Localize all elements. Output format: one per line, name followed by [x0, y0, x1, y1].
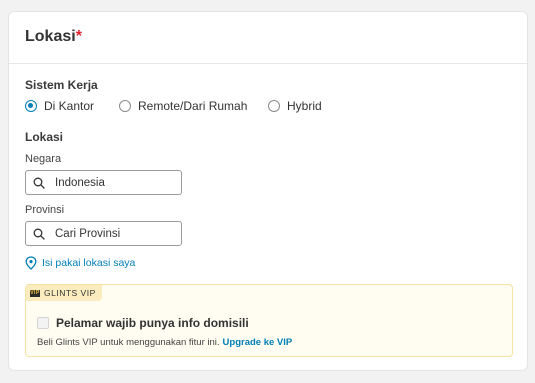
radio-label: Hybrid	[287, 99, 322, 113]
radio-hybrid[interactable]: Hybrid	[268, 99, 322, 113]
location-card: Lokasi* Sistem Kerja Di Kantor Remote/Da…	[8, 11, 528, 371]
vip-note-text: Beli Glints VIP untuk menggunakan fitur …	[37, 337, 220, 348]
country-value: Indonesia	[55, 176, 105, 189]
upgrade-vip-link[interactable]: Upgrade ke VIP	[223, 337, 293, 348]
radio-selected-icon[interactable]	[25, 100, 37, 112]
use-my-location-text: Isi pakai lokasi saya	[42, 257, 136, 269]
vip-note: Beli Glints VIP untuk menggunakan fitur …	[37, 337, 292, 348]
glints-vip-badge: VIP GLINTS VIP	[26, 285, 102, 301]
radio-di-kantor[interactable]: Di Kantor	[25, 99, 94, 113]
vip-box: VIP GLINTS VIP Pelamar wajib punya info …	[25, 284, 513, 357]
domicile-checkbox-row: Pelamar wajib punya info domisili	[37, 316, 249, 330]
location-pin-icon	[25, 256, 37, 270]
radio-unselected-icon[interactable]	[119, 100, 131, 112]
search-icon	[33, 228, 45, 240]
radio-label: Di Kantor	[44, 99, 95, 113]
section-title-text: Lokasi	[25, 28, 76, 45]
location-label: Lokasi	[25, 130, 64, 144]
vip-badge-text: GLINTS VIP	[44, 288, 96, 298]
country-label: Negara	[25, 153, 62, 165]
province-placeholder: Cari Provinsi	[55, 227, 121, 240]
divider	[9, 63, 527, 64]
radio-unselected-icon[interactable]	[268, 100, 280, 112]
vip-logo-icon: VIP	[30, 289, 40, 297]
work-system-label: Sistem Kerja	[25, 78, 98, 92]
domicile-checkbox[interactable]	[37, 317, 49, 329]
search-icon	[33, 177, 45, 189]
radio-remote[interactable]: Remote/Dari Rumah	[119, 99, 247, 113]
radio-label: Remote/Dari Rumah	[138, 99, 248, 113]
required-mark: *	[75, 28, 82, 45]
use-my-location-link[interactable]: Isi pakai lokasi saya	[25, 256, 135, 270]
section-title: Lokasi*	[25, 28, 82, 46]
country-input[interactable]: Indonesia	[25, 170, 182, 195]
province-label: Provinsi	[25, 204, 65, 216]
province-input[interactable]: Cari Provinsi	[25, 221, 182, 246]
domicile-checkbox-label: Pelamar wajib punya info domisili	[56, 316, 249, 330]
